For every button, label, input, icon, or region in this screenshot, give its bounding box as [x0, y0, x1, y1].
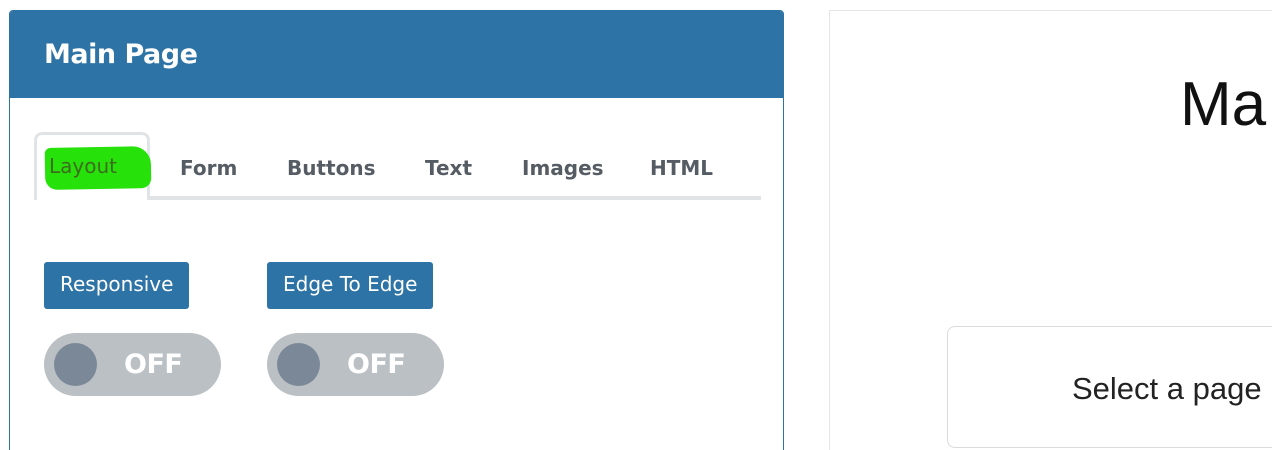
edge-to-edge-toggle[interactable]: OFF	[267, 333, 444, 396]
responsive-label: Responsive	[44, 262, 190, 309]
tab-images[interactable]: Images	[522, 146, 604, 190]
select-page-message: Select a page	[1072, 371, 1262, 406]
select-page-box: Select a page	[947, 326, 1272, 448]
toggle-state: OFF	[124, 349, 183, 380]
preview-panel: Ma Select a page	[829, 10, 1272, 450]
app-window: Main Page Layout Form Buttons Text Image…	[0, 0, 1272, 450]
preview-title: Ma	[1180, 70, 1267, 139]
responsive-toggle[interactable]: OFF	[44, 333, 221, 396]
tab-html[interactable]: HTML	[650, 146, 713, 190]
main-page-panel: Main Page Layout Form Buttons Text Image…	[9, 10, 784, 450]
tab-buttons[interactable]: Buttons	[287, 146, 376, 190]
panel-header: Main Page	[10, 11, 783, 98]
toggle-knob	[54, 343, 97, 386]
toggle-knob	[277, 343, 320, 386]
edge-to-edge-label: Edge To Edge	[267, 262, 434, 309]
toggle-state: OFF	[347, 349, 406, 380]
tab-bar: Layout Form Buttons Text Images HTML	[34, 132, 761, 202]
tab-text[interactable]: Text	[425, 146, 472, 190]
tab-layout-label: Layout	[49, 154, 117, 178]
tab-form[interactable]: Form	[180, 146, 237, 190]
tab-layout[interactable]: Layout	[34, 132, 152, 200]
panel-title: Main Page	[44, 39, 198, 70]
